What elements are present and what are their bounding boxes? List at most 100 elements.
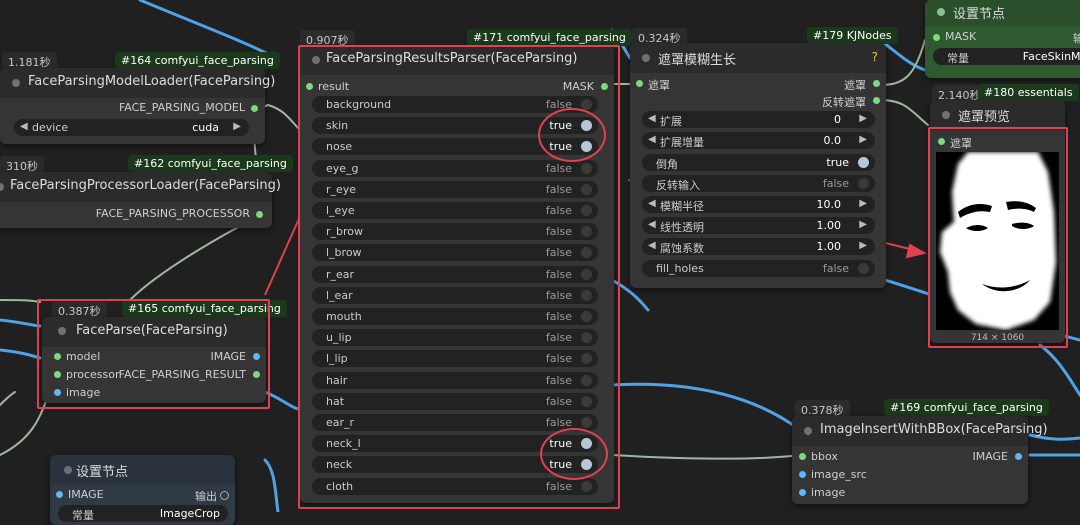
mask-input-dot[interactable] bbox=[938, 138, 945, 145]
invert-input-toggle[interactable]: 反转输入 false bbox=[642, 175, 875, 192]
const-widget[interactable]: 常量 ImageCrop bbox=[58, 505, 228, 522]
toggle-knob[interactable] bbox=[581, 311, 592, 322]
toggle-l-lip[interactable]: l_lip false bbox=[312, 350, 598, 368]
image-insert-with-bbox-node[interactable]: ImageInsertWithBBox(FaceParsing) bbox IM… bbox=[792, 416, 1048, 504]
toggle-neck[interactable]: neck true bbox=[312, 456, 598, 474]
image-output-dot[interactable] bbox=[253, 353, 260, 360]
mask-output-dot[interactable] bbox=[873, 80, 880, 87]
image-output-dot[interactable] bbox=[1015, 453, 1022, 460]
chevron-left-icon[interactable]: ◀ bbox=[20, 121, 28, 132]
toggle-knob[interactable] bbox=[581, 226, 592, 238]
mask-preview-node[interactable]: 遮罩预览 遮罩 714 × 1060 bbox=[930, 100, 1065, 343]
toggle-l-brow[interactable]: l_brow false bbox=[312, 244, 598, 262]
toggle-knob[interactable] bbox=[858, 178, 869, 189]
toggle-knob[interactable] bbox=[858, 157, 869, 168]
chevron-right-icon[interactable]: ▶ bbox=[859, 113, 867, 124]
toggle-cloth[interactable]: cloth false bbox=[312, 477, 598, 495]
chevron-right-icon[interactable]: ▶ bbox=[233, 121, 241, 132]
toggle-knob[interactable] bbox=[581, 459, 592, 471]
output-dot[interactable] bbox=[251, 105, 258, 112]
face-parse-node[interactable]: FaceParse(FaceParsing) model IMAGE proce… bbox=[42, 317, 266, 403]
mask-input-dot[interactable] bbox=[933, 34, 940, 41]
toggle-knob[interactable] bbox=[581, 141, 592, 153]
toggle-knob[interactable] bbox=[581, 99, 592, 110]
toggle-knob[interactable] bbox=[581, 417, 592, 428]
toggle-knob[interactable] bbox=[581, 183, 592, 195]
fill-holes-toggle[interactable]: fill_holes false bbox=[642, 260, 875, 277]
toggle-eye-g[interactable]: eye_g false bbox=[312, 159, 598, 177]
toggle-knob[interactable] bbox=[581, 332, 592, 344]
inverted-mask-output-dot[interactable] bbox=[873, 97, 880, 104]
chevron-left-icon[interactable]: ◀ bbox=[648, 240, 656, 251]
chevron-left-icon[interactable]: ◀ bbox=[648, 113, 656, 124]
decay-factor-widget[interactable]: ◀ 腐蚀系数 1.00 ▶ bbox=[642, 238, 875, 255]
chevron-right-icon[interactable]: ▶ bbox=[859, 198, 867, 209]
image-input-dot[interactable] bbox=[56, 491, 63, 498]
toggle-r-eye[interactable]: r_eye false bbox=[312, 180, 598, 198]
expand-widget[interactable]: ◀ 扩展 0 ▶ bbox=[642, 111, 875, 128]
image-input-dot[interactable] bbox=[54, 389, 61, 396]
toggle-neck-l[interactable]: neck_l true bbox=[312, 435, 598, 453]
chevron-right-icon[interactable]: ▶ bbox=[859, 219, 867, 230]
toggle-r-ear[interactable]: r_ear false bbox=[312, 265, 598, 283]
mask-input-dot[interactable] bbox=[636, 80, 643, 87]
chevron-right-icon[interactable]: ▶ bbox=[859, 134, 867, 145]
toggle-knob[interactable] bbox=[581, 162, 592, 174]
toggle-knob[interactable] bbox=[858, 263, 869, 274]
toggle-nose[interactable]: nose true bbox=[312, 138, 598, 156]
toggle-l-eye[interactable]: l_eye false bbox=[312, 202, 598, 219]
toggle-knob[interactable] bbox=[581, 289, 592, 301]
toggle-skin[interactable]: skin true bbox=[312, 117, 598, 135]
chevron-left-icon[interactable]: ◀ bbox=[648, 219, 656, 230]
expand-increment-widget[interactable]: ◀ 扩展增量 0.0 ▶ bbox=[642, 132, 875, 149]
mask-preview-image bbox=[936, 152, 1059, 330]
chevron-right-icon[interactable]: ▶ bbox=[859, 240, 867, 251]
mask-output-dot[interactable] bbox=[601, 83, 608, 90]
toggle-ear-r[interactable]: ear_r false bbox=[312, 414, 598, 431]
node-status-dot bbox=[804, 427, 812, 435]
device-value: cuda bbox=[192, 121, 219, 134]
help-icon[interactable]: ? bbox=[872, 50, 878, 64]
toggle-knob[interactable] bbox=[581, 438, 592, 450]
toggle-u-lip[interactable]: u_lip false bbox=[312, 329, 598, 347]
const-widget[interactable]: 常量 FaceSkinMas bbox=[933, 48, 1080, 65]
model-input-dot[interactable] bbox=[54, 353, 61, 360]
face-parsing-model-loader-node[interactable]: FaceParsingModelLoader(FaceParsing) FACE… bbox=[0, 68, 275, 144]
toggle-knob[interactable] bbox=[581, 353, 592, 365]
toggle-hat[interactable]: hat false bbox=[312, 392, 598, 410]
processor-input-dot[interactable] bbox=[54, 371, 61, 378]
node-status-dot bbox=[642, 54, 650, 62]
toggle-knob[interactable] bbox=[581, 268, 592, 280]
toggle-l-ear[interactable]: l_ear false bbox=[312, 286, 598, 304]
blur-radius-widget[interactable]: ◀ 模糊半径 10.0 ▶ bbox=[642, 196, 875, 213]
set-node-bottom[interactable]: 设置节点 IMAGE 输出 常量 ImageCrop bbox=[50, 455, 235, 525]
toggle-knob[interactable] bbox=[581, 247, 592, 259]
output-dot[interactable] bbox=[256, 211, 263, 218]
toggle-label: hair bbox=[326, 373, 348, 387]
result-output-dot[interactable] bbox=[253, 371, 260, 378]
toggle-knob[interactable] bbox=[581, 205, 592, 216]
device-select[interactable]: ◀ device cuda ▶ bbox=[14, 119, 249, 136]
toggle-knob[interactable] bbox=[581, 120, 592, 132]
set-node-top[interactable]: 设置节点 MASK 输 常量 FaceSkinMas bbox=[925, 0, 1080, 78]
mask-blur-grow-node[interactable]: 遮罩模糊生长 ? 遮罩 遮罩 反转遮罩 ◀ 扩展 0 ▶ ◀ 扩展增量 0.0 … bbox=[630, 43, 886, 288]
face-parsing-processor-loader-node[interactable]: FaceParsingProcessorLoader(FaceParsing) … bbox=[0, 172, 281, 228]
lerp-alpha-widget[interactable]: ◀ 线性透明 1.00 ▶ bbox=[642, 217, 875, 234]
chevron-left-icon[interactable]: ◀ bbox=[648, 198, 656, 209]
result-input-dot[interactable] bbox=[306, 83, 313, 90]
chevron-left-icon[interactable]: ◀ bbox=[648, 134, 656, 145]
toggle-knob[interactable] bbox=[581, 395, 592, 407]
face-parsing-results-parser-node[interactable]: FaceParsingResultsParser(FaceParsing) re… bbox=[300, 45, 614, 503]
toggle-mouth[interactable]: mouth false bbox=[312, 308, 598, 325]
toggle-knob[interactable] bbox=[581, 374, 592, 386]
toggle-r-brow[interactable]: r_brow false bbox=[312, 223, 598, 241]
image-input-dot[interactable] bbox=[799, 489, 806, 496]
toggle-hair[interactable]: hair false bbox=[312, 371, 598, 389]
tapered-corners-toggle[interactable]: 倒角 true bbox=[642, 154, 875, 171]
toggle-value: true bbox=[549, 119, 572, 133]
bbox-input-dot[interactable] bbox=[799, 453, 806, 460]
toggle-background[interactable]: background false bbox=[312, 96, 598, 113]
image-src-input-dot[interactable] bbox=[799, 471, 806, 478]
output-dot[interactable] bbox=[220, 491, 229, 500]
toggle-knob[interactable] bbox=[581, 480, 592, 492]
